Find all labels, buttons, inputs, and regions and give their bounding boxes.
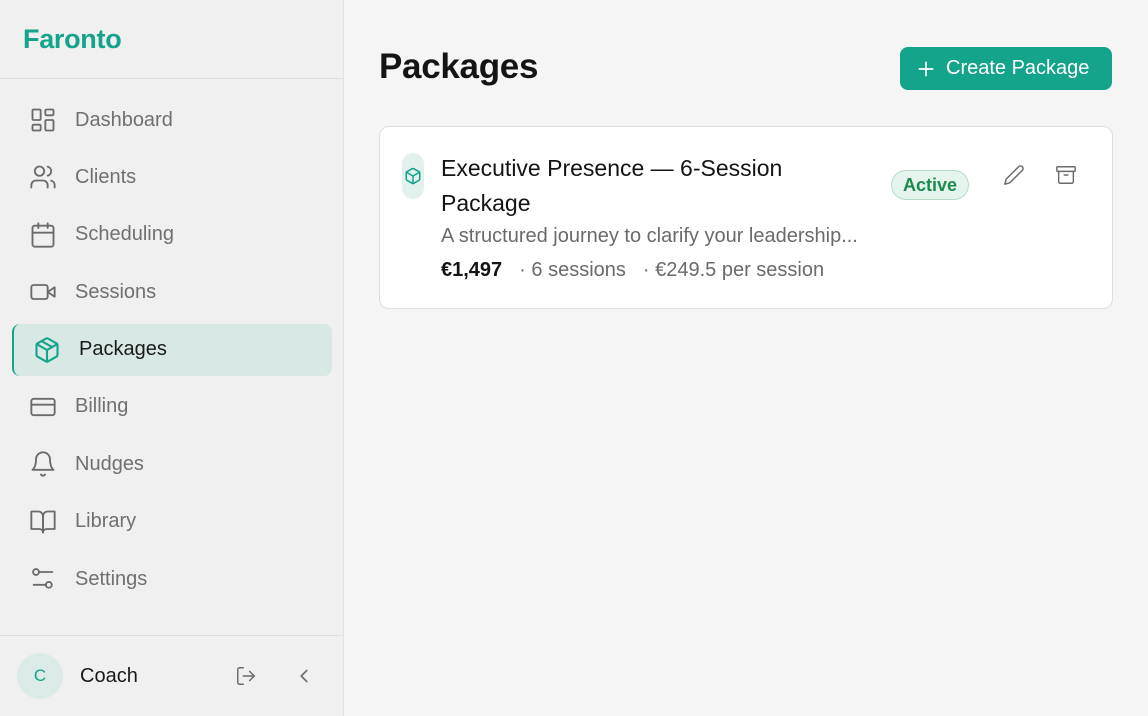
sidebar-item-label: Dashboard bbox=[75, 108, 173, 131]
sidebar-item-dashboard[interactable]: Dashboard bbox=[12, 94, 332, 146]
credit-card-icon bbox=[29, 393, 57, 421]
package-meta: €1,497 · 6 sessions · €249.5 per session bbox=[441, 259, 824, 282]
sidebar-nav: Dashboard Clients Scheduling Sessions Pa… bbox=[12, 94, 332, 611]
package-session-count: · 6 sessions bbox=[519, 259, 626, 281]
sidebar-item-label: Nudges bbox=[75, 452, 144, 475]
book-icon bbox=[29, 508, 57, 536]
pencil-icon bbox=[1004, 165, 1024, 185]
sidebar-item-label: Scheduling bbox=[75, 223, 174, 246]
sidebar-item-label: Billing bbox=[75, 395, 129, 418]
package-card[interactable]: Executive Presence — 6-Session Package A… bbox=[379, 126, 1113, 309]
sidebar-item-nudges[interactable]: Nudges bbox=[12, 438, 332, 490]
sidebar-item-library[interactable]: Library bbox=[12, 496, 332, 548]
sidebar-item-label: Library bbox=[75, 510, 137, 533]
package-description: A structured journey to clarify your lea… bbox=[441, 225, 858, 247]
user-name: Coach bbox=[80, 664, 138, 687]
status-badge: Active bbox=[891, 170, 969, 200]
create-package-button[interactable]: Create Package bbox=[900, 47, 1112, 90]
sidebar-item-label: Settings bbox=[75, 567, 148, 590]
create-package-label: Create Package bbox=[946, 57, 1090, 79]
sidebar-item-scheduling[interactable]: Scheduling bbox=[12, 209, 332, 261]
plus-icon bbox=[918, 61, 934, 76]
package-icon bbox=[402, 153, 424, 199]
brand: Faronto bbox=[0, 0, 343, 79]
package-price: €1,497 bbox=[441, 259, 503, 281]
sidebar-item-packages[interactable]: Packages bbox=[12, 323, 332, 376]
calendar-icon bbox=[29, 221, 57, 249]
edit-package-button[interactable] bbox=[998, 159, 1030, 191]
archive-icon bbox=[1056, 166, 1076, 184]
sidebar-item-billing[interactable]: Billing bbox=[12, 381, 332, 433]
sidebar: Faronto Dashboard Clients Scheduling Ses… bbox=[0, 0, 344, 716]
chevron-left-icon bbox=[300, 669, 308, 683]
logout-button[interactable] bbox=[230, 660, 262, 692]
main-content: Packages Create Package Executive Presen… bbox=[344, 0, 1148, 716]
dashboard-icon bbox=[29, 106, 57, 134]
brand-logo[interactable]: Faronto bbox=[23, 24, 122, 54]
video-icon bbox=[29, 278, 57, 306]
sliders-icon bbox=[29, 565, 57, 593]
archive-package-button[interactable] bbox=[1050, 159, 1082, 191]
bell-icon bbox=[29, 450, 57, 478]
sidebar-item-label: Packages bbox=[79, 338, 167, 361]
sidebar-item-clients[interactable]: Clients bbox=[12, 151, 332, 203]
sidebar-item-settings[interactable]: Settings bbox=[12, 553, 332, 605]
page-title: Packages bbox=[379, 47, 539, 86]
package-title: Executive Presence — 6-Session Package bbox=[441, 155, 783, 216]
sidebar-item-label: Sessions bbox=[75, 280, 157, 303]
logout-icon bbox=[237, 667, 255, 685]
sidebar-item-sessions[interactable]: Sessions bbox=[12, 266, 332, 318]
sidebar-footer: C Coach bbox=[0, 635, 343, 716]
sidebar-item-label: Clients bbox=[75, 165, 137, 188]
package-icon bbox=[33, 336, 61, 364]
collapse-sidebar-button[interactable] bbox=[288, 660, 320, 692]
users-icon bbox=[29, 163, 57, 191]
package-per-session-price: · €249.5 per session bbox=[642, 259, 825, 281]
avatar[interactable]: C bbox=[17, 653, 63, 699]
